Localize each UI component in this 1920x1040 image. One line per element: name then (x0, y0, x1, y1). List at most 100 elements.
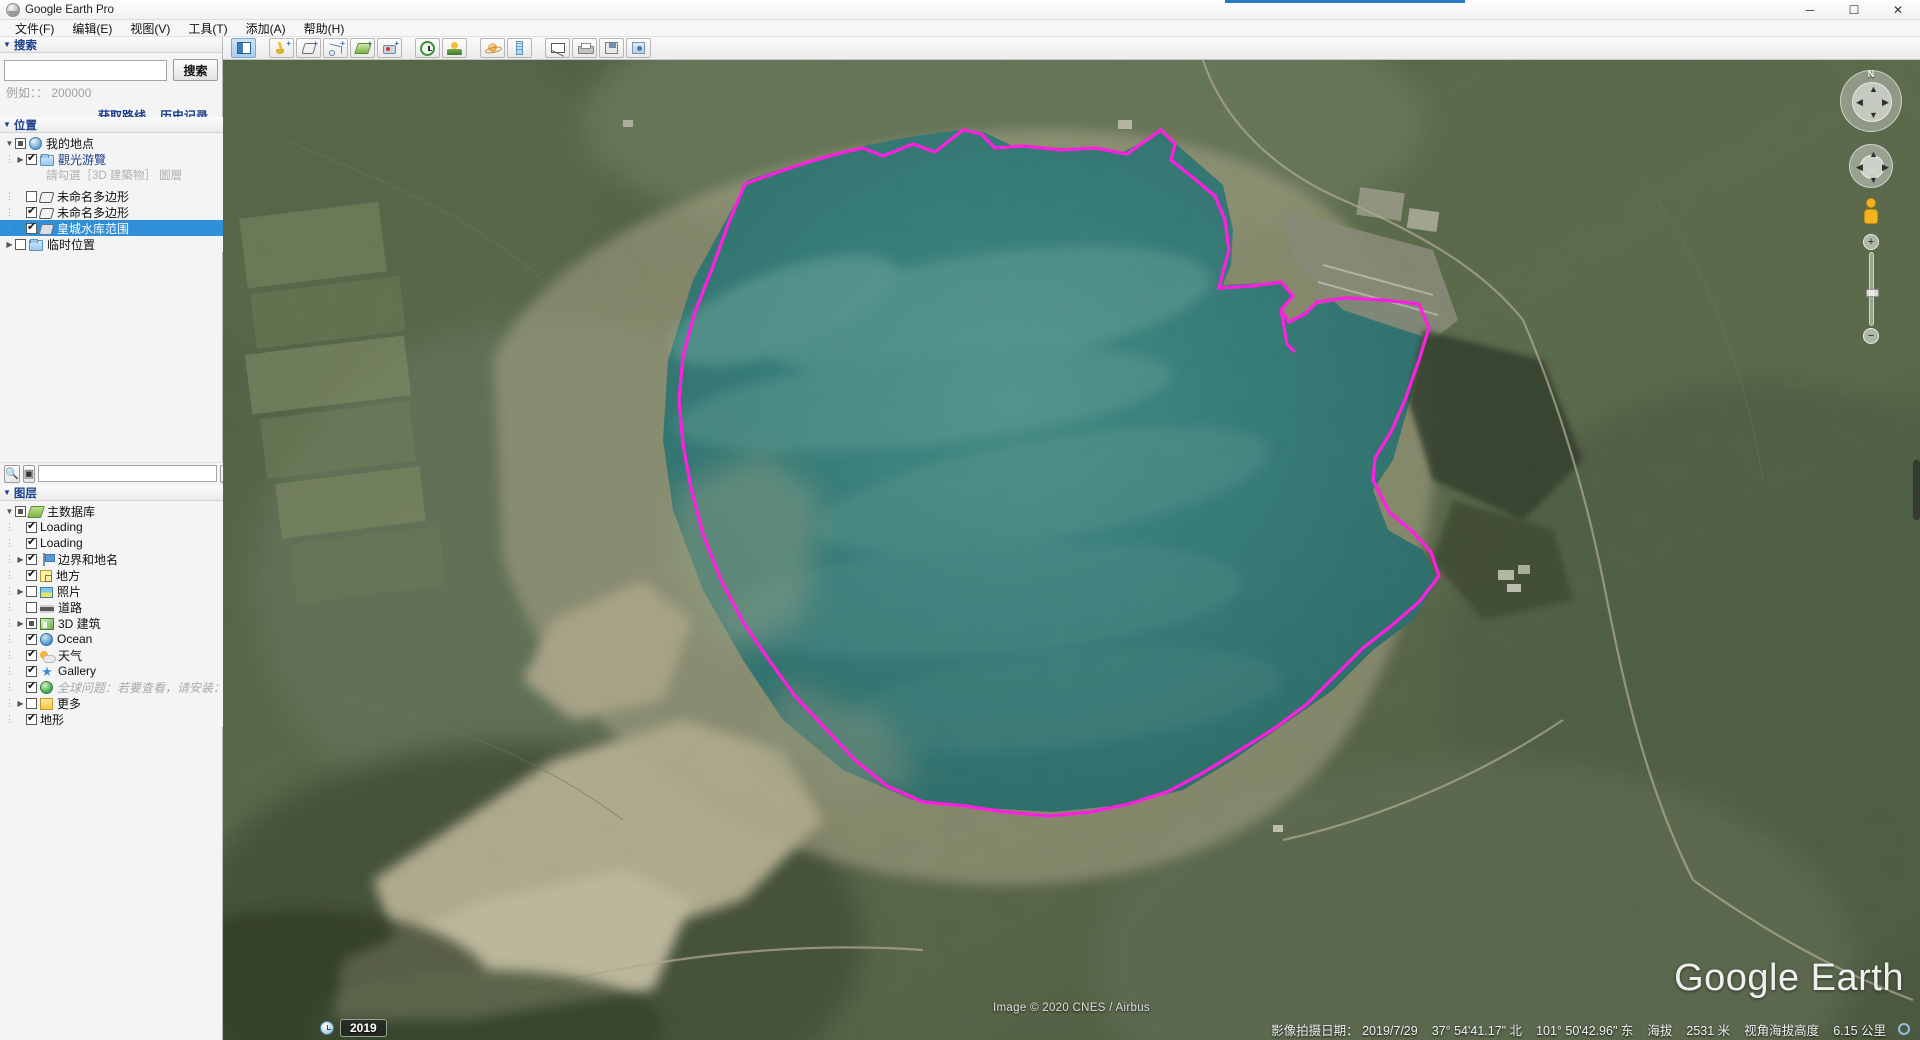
checkbox-loading-1[interactable] (26, 520, 37, 533)
checkbox-temporary-places[interactable] (15, 238, 26, 250)
tree-item-unnamed-polygon-1[interactable]: ⋮ 未命名多边形 (0, 188, 223, 204)
checkbox-tour-folder[interactable] (26, 152, 37, 165)
layers-panel-header[interactable]: ▼ 图层 (0, 485, 223, 501)
pan-right-icon[interactable]: ▶ (1882, 98, 1889, 107)
add-image-overlay-button[interactable]: + (350, 38, 375, 58)
email-button[interactable] (545, 38, 570, 58)
save-image-button[interactable] (599, 38, 624, 58)
checkbox-my-places[interactable] (15, 137, 26, 149)
menu-add[interactable]: 添加(A) (237, 19, 295, 38)
checkbox-unnamed-polygon-1[interactable] (26, 190, 37, 202)
checkbox-borders-labels[interactable] (26, 552, 37, 565)
menu-edit[interactable]: 编辑(E) (63, 19, 121, 38)
search-input[interactable] (4, 59, 167, 81)
checkbox-global-awareness[interactable] (26, 680, 37, 693)
split-view-icon[interactable]: ▣ (22, 464, 36, 483)
move-up-icon[interactable]: ▲ (1869, 150, 1878, 159)
close-button[interactable]: ✕ (1876, 0, 1920, 20)
checkbox-primary-database[interactable] (15, 505, 26, 517)
tree-item-more[interactable]: ⋮ ▶ 更多 (0, 695, 223, 711)
print-button[interactable] (572, 38, 597, 58)
places-filter-input[interactable] (38, 465, 218, 482)
tree-item-gallery[interactable]: ⋮ ★ Gallery (0, 663, 223, 679)
zoom-out-button[interactable]: − (1863, 328, 1879, 344)
view-in-maps-button[interactable] (626, 38, 651, 58)
tree-item-ocean[interactable]: ⋮ Ocean (0, 631, 223, 647)
move-left-icon[interactable]: ◀ (1856, 163, 1863, 172)
street-view-pegman-icon[interactable] (1863, 198, 1879, 226)
zoom-thumb[interactable] (1865, 289, 1879, 297)
checkbox-roads[interactable] (26, 601, 37, 613)
checkbox-places[interactable] (26, 568, 37, 581)
checkbox-ocean[interactable] (26, 632, 37, 645)
clock-icon (420, 40, 435, 56)
menu-view[interactable]: 视图(V) (121, 19, 179, 38)
tree-item-my-places[interactable]: ▼ 我的地点 (0, 135, 223, 151)
checkbox-more[interactable] (26, 697, 37, 709)
tree-item-huangcheng-reservoir-extent[interactable]: ⋮ 皇城水库范围 (0, 220, 223, 236)
search-icon[interactable]: 🔍 (4, 464, 20, 483)
move-down-icon[interactable]: ▼ (1869, 176, 1878, 185)
checkbox-terrain[interactable] (26, 712, 37, 725)
chevron-right-icon[interactable]: ▶ (4, 240, 15, 249)
chevron-right-icon[interactable]: ▶ (15, 555, 26, 564)
zoom-in-button[interactable]: + (1863, 234, 1879, 250)
zoom-track[interactable] (1865, 252, 1879, 326)
tree-item-global-awareness[interactable]: ⋮ 全球问题：若要查看，请安装： (0, 679, 225, 695)
compass-ring[interactable]: N ▲ ▼ ◀ ▶ (1840, 69, 1902, 132)
tree-item-borders-labels[interactable]: ⋮▶ 边界和地名 (0, 551, 223, 567)
tree-item-unnamed-polygon-2[interactable]: ⋮ 未命名多边形 (0, 204, 223, 220)
checkbox-photos[interactable] (26, 585, 37, 597)
pan-down-icon[interactable]: ▼ (1869, 111, 1878, 120)
checkbox-gallery[interactable] (26, 664, 37, 677)
maximize-button[interactable]: ☐ (1832, 0, 1876, 20)
pan-up-icon[interactable]: ▲ (1869, 85, 1878, 94)
ruler-button[interactable] (507, 38, 532, 58)
search-button[interactable]: 搜索 (173, 59, 218, 81)
pan-wheel[interactable]: ▲ ▼ ◀ ▶ (1849, 144, 1893, 188)
chevron-down-icon[interactable]: ▼ (4, 139, 15, 148)
tree-item-roads[interactable]: ⋮ 道路 (0, 599, 223, 615)
tree-item-3d-buildings[interactable]: ⋮ ▶ 3D 建筑 (0, 615, 223, 631)
tree-item-loading-2[interactable]: ⋮ Loading (0, 535, 223, 551)
places-panel-header[interactable]: ▼ 位置 (0, 117, 223, 133)
tree-item-temporary-places[interactable]: ▶ 临时位置 (0, 236, 223, 252)
add-polygon-button[interactable]: + (296, 38, 321, 58)
menu-tools[interactable]: 工具(T) (179, 19, 236, 38)
minimize-button[interactable]: ─ (1788, 0, 1832, 20)
chevron-right-icon[interactable]: ▶ (15, 619, 26, 628)
map-viewport[interactable]: N ▲ ▼ ◀ ▶ ▲ ▼ ◀ ▶ + − Google Earth Image… (223, 60, 1920, 1040)
record-tour-button[interactable]: + (377, 38, 402, 58)
tree-item-photos[interactable]: ⋮ ▶ 照片 (0, 583, 223, 599)
checkbox-huangcheng-reservoir-extent[interactable] (26, 221, 37, 234)
checkbox-weather[interactable] (26, 648, 37, 661)
tree-item-terrain[interactable]: ⋮ 地形 (0, 711, 223, 727)
tree-item-tour-folder[interactable]: ⋮▶ 觀光游覽 (0, 151, 223, 167)
add-path-button[interactable]: + (323, 38, 348, 58)
zoom-slider[interactable]: + − (1863, 234, 1879, 344)
menu-help[interactable]: 帮助(H) (295, 19, 354, 38)
historical-imagery-button[interactable] (415, 38, 440, 58)
polygon-icon (38, 191, 55, 203)
tree-item-weather[interactable]: ⋮ 天气 (0, 647, 223, 663)
chevron-right-icon[interactable]: ▶ (15, 587, 26, 596)
eye-altitude-value: 6.15 公里 (1833, 1023, 1886, 1038)
checkbox-3d-buildings[interactable] (26, 617, 37, 629)
chevron-right-icon[interactable]: ▶ (15, 155, 26, 164)
search-panel-header[interactable]: ▼ 搜索 (0, 37, 222, 53)
tree-item-places[interactable]: ⋮ 地方 (0, 567, 223, 583)
checkbox-loading-2[interactable] (26, 536, 37, 549)
move-right-icon[interactable]: ▶ (1882, 163, 1889, 172)
tree-item-loading-1[interactable]: ⋮ Loading (0, 519, 223, 535)
menu-file[interactable]: 文件(F) (6, 19, 63, 38)
pan-left-icon[interactable]: ◀ (1856, 98, 1863, 107)
chevron-down-icon[interactable]: ▼ (4, 507, 15, 516)
map-scrollbar[interactable] (1913, 460, 1920, 520)
chevron-right-icon[interactable]: ▶ (15, 699, 26, 708)
toggle-sidebar-button[interactable] (231, 38, 256, 58)
tree-item-primary-database[interactable]: ▼ 主数据库 (0, 503, 223, 519)
checkbox-unnamed-polygon-2[interactable] (26, 205, 37, 218)
sunlight-button[interactable] (442, 38, 467, 58)
add-placemark-button[interactable]: + (269, 38, 294, 58)
planets-button[interactable] (480, 38, 505, 58)
